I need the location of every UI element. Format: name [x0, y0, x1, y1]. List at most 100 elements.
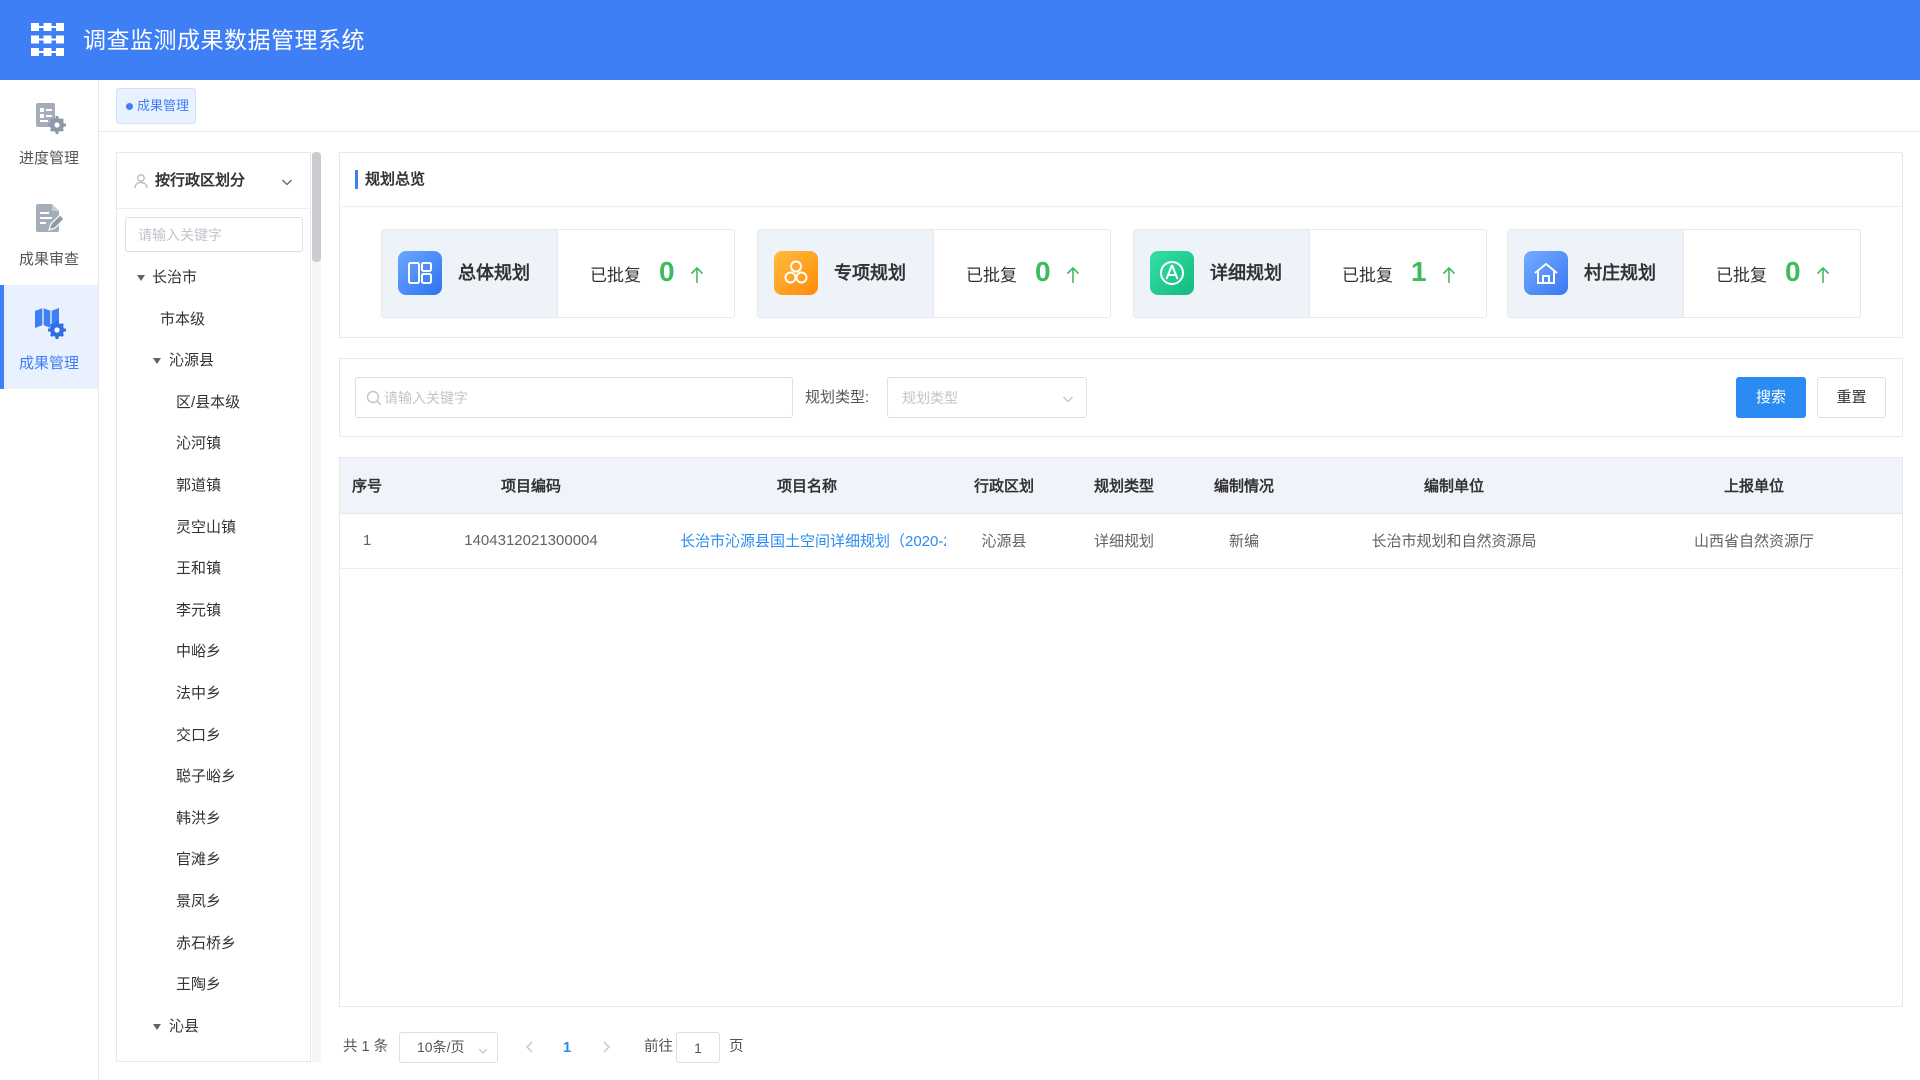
pagination-total: 共 1 条	[343, 1039, 389, 1055]
tree-scrollbar-track[interactable]	[312, 152, 321, 1062]
cell-project-code: 1404312021300004	[394, 513, 668, 569]
tree-node[interactable]: 王和镇	[117, 548, 310, 590]
chevron-left-icon[interactable]	[522, 1039, 538, 1055]
tree-node-label: 中峪乡	[176, 643, 222, 661]
stat-title: 专项规划	[834, 263, 906, 283]
search-button[interactable]: 搜索	[1736, 377, 1806, 418]
cell-district: 沁源县	[946, 513, 1062, 569]
chevron-down-icon	[281, 175, 293, 187]
overview-header: 规划总览	[340, 153, 1902, 207]
chevron-right-icon[interactable]	[598, 1039, 614, 1055]
stat-card-header: 总体规划	[382, 230, 558, 317]
stat-status-label: 已批复	[966, 266, 1017, 285]
plan-type-input[interactable]	[902, 378, 1052, 417]
stat-title: 村庄规划	[1584, 263, 1656, 283]
tree-node-label: 交口乡	[176, 726, 222, 744]
active-dot-icon	[126, 103, 133, 110]
page-number-current[interactable]: 1	[560, 1032, 574, 1063]
tree-node[interactable]: 灵空山镇	[117, 507, 310, 549]
app-title: 调查监测成果数据管理系统	[83, 27, 365, 53]
plan-type-select[interactable]	[887, 377, 1087, 418]
house-icon	[1524, 251, 1568, 295]
sidebar-item-label: 成果管理	[18, 355, 79, 372]
tree-node[interactable]: 交口乡	[117, 715, 310, 757]
plan-type-label: 规划类型:	[805, 389, 870, 406]
person-icon	[133, 173, 149, 189]
document-review-icon	[32, 201, 66, 235]
tree-node[interactable]: 赤石桥乡	[117, 923, 310, 965]
stat-card-village-plan[interactable]: 村庄规划 已批复 0	[1507, 229, 1861, 318]
tree-node-label: 王和镇	[176, 560, 222, 578]
tree-node[interactable]: 景凤乡	[117, 881, 310, 923]
sidebar-item-label: 进度管理	[18, 150, 79, 167]
cell-plan-type: 详细规划	[1062, 513, 1186, 569]
stat-status-label: 已批复	[1716, 266, 1767, 285]
tree-search-input[interactable]	[125, 217, 303, 252]
tree-node-label: 长治市	[152, 269, 198, 286]
column-header: 项目编码	[394, 458, 668, 514]
chevron-down-icon	[478, 1043, 488, 1054]
grid-logo-icon[interactable]	[31, 23, 64, 56]
tree-node[interactable]: 沁源县	[117, 340, 310, 382]
tree-node[interactable]: 法中乡	[117, 673, 310, 715]
cell-index: 1	[340, 513, 394, 569]
tree-node[interactable]: 韩洪乡	[117, 798, 310, 840]
tree-node[interactable]: 沁河镇	[117, 423, 310, 465]
stat-count: 0	[1035, 256, 1051, 287]
caret-down-icon[interactable]	[137, 275, 145, 281]
page-size-select[interactable]: 10条/页	[399, 1032, 498, 1063]
tree-node[interactable]: 中峪乡	[117, 631, 310, 673]
tree-node[interactable]: 沁县	[117, 1006, 310, 1048]
goto-page-input[interactable]	[676, 1032, 720, 1063]
tree-node-label: 韩洪乡	[176, 809, 222, 827]
tree-node[interactable]: 长治市	[117, 257, 310, 299]
sidebar-item-progress[interactable]: 进度管理	[0, 80, 98, 184]
cell-compiler: 长治市规划和自然资源局	[1302, 513, 1606, 569]
caret-down-icon[interactable]	[153, 358, 161, 365]
tab-bar: 成果管理	[99, 80, 1920, 132]
table-header-row: 序号 项目编码 项目名称 行政区划 规划类型 编制情况 编制单位 上报单位	[340, 458, 1902, 514]
keyword-search-box[interactable]	[355, 377, 793, 418]
stat-title: 总体规划	[458, 263, 530, 283]
column-header: 上报单位	[1606, 458, 1902, 514]
tree-node[interactable]: 聪子峪乡	[117, 756, 310, 798]
keyword-search-input[interactable]	[384, 378, 784, 417]
tree-node[interactable]: 王陶乡	[117, 964, 310, 1006]
circles-icon	[774, 251, 818, 295]
reset-button[interactable]: 重置	[1817, 377, 1886, 418]
tree-node[interactable]: 郭道镇	[117, 465, 310, 507]
tab-results-management[interactable]: 成果管理	[116, 88, 196, 124]
arrow-up-icon	[690, 266, 704, 284]
stat-card-special-plan[interactable]: 专项规划 已批复 0	[757, 229, 1111, 318]
tree-node-label: 法中乡	[176, 684, 222, 702]
stat-card-header: 专项规划	[758, 230, 934, 317]
tree-node-label: 沁县	[169, 1017, 200, 1035]
plan-overview-card: 规划总览 总体规划 已批复 0 专项规划 已批复 0 详细规划 已批复 1 村庄…	[339, 152, 1903, 338]
tree-scrollbar-thumb[interactable]	[312, 152, 321, 262]
tree-node[interactable]: 区/县本级	[117, 382, 310, 424]
tree-node[interactable]: 官滩乡	[117, 839, 310, 881]
filter-bar: 规划类型: 搜索 重置	[339, 358, 1903, 437]
stat-card-overall-plan[interactable]: 总体规划 已批复 0	[381, 229, 735, 318]
sidebar-item-label: 成果审查	[18, 251, 79, 268]
stat-card-detailed-plan[interactable]: 详细规划 已批复 1	[1133, 229, 1487, 318]
tree-node[interactable]: 李元镇	[117, 590, 310, 632]
sidebar-item-review[interactable]: 成果审查	[0, 181, 98, 285]
caret-down-icon[interactable]	[153, 1023, 161, 1030]
tree-node[interactable]: 市本级	[117, 299, 310, 341]
sidebar-item-results[interactable]: 成果管理	[0, 285, 98, 389]
project-name-link[interactable]: 长治市沁源县国土空间详细规划（2020-20	[680, 533, 946, 550]
tree-grouping-dropdown[interactable]: 按行政区划分	[117, 153, 310, 209]
table-row[interactable]: 1 1404312021300004 长治市沁源县国土空间详细规划（2020-2…	[340, 513, 1902, 569]
tree-node-label: 沁河镇	[176, 435, 222, 453]
tab-label: 成果管理	[137, 98, 190, 113]
map-settings-icon	[32, 305, 66, 339]
stat-count: 0	[659, 256, 675, 287]
tree-node-label: 聪子峪乡	[176, 768, 237, 786]
tree-node-label: 王陶乡	[176, 976, 222, 994]
tree-node-label: 官滩乡	[176, 851, 222, 869]
arrow-up-icon	[1442, 266, 1456, 284]
stat-count: 0	[1785, 256, 1801, 287]
stat-status-label: 已批复	[1342, 266, 1393, 285]
stat-card-header: 村庄规划	[1508, 230, 1684, 317]
